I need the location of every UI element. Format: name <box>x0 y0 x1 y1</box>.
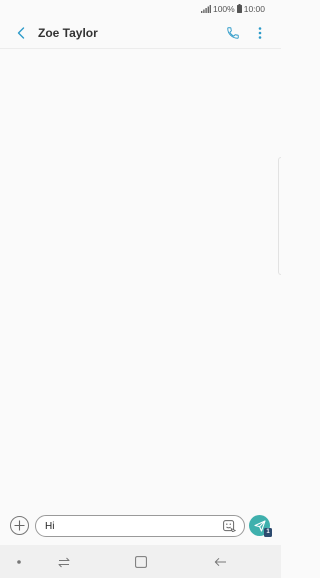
message-composer: 1 <box>0 512 281 542</box>
call-button[interactable] <box>225 25 241 41</box>
contact-name[interactable]: Zoe Taylor <box>38 25 98 41</box>
plus-icon <box>14 520 25 531</box>
message-input-box[interactable] <box>35 515 245 537</box>
sim-badge: 1 <box>264 528 272 537</box>
signal-icon <box>200 4 211 13</box>
edge-panel-handle[interactable] <box>278 157 281 275</box>
message-input[interactable] <box>45 518 215 534</box>
battery-percent: 100% <box>212 3 235 14</box>
battery-icon <box>236 4 242 13</box>
message-list[interactable] <box>0 49 281 510</box>
back-arrow-icon <box>214 557 226 567</box>
more-vertical-icon <box>258 27 262 39</box>
sticker-icon <box>222 520 236 532</box>
home-button[interactable] <box>132 553 150 571</box>
home-icon <box>135 556 147 568</box>
dot-icon <box>17 560 21 564</box>
conversation-header: Zoe Taylor <box>0 17 281 49</box>
recents-button[interactable] <box>55 553 73 571</box>
chevron-left-icon <box>17 27 25 39</box>
send-button[interactable]: 1 <box>249 515 272 537</box>
clock: 10:00 <box>243 3 265 14</box>
phone-icon <box>227 27 239 39</box>
back-button[interactable] <box>14 25 28 41</box>
navigation-bar <box>0 545 281 578</box>
status-bar: 100% 10:00 <box>0 0 281 17</box>
recents-icon <box>58 557 70 567</box>
nav-dot-button[interactable] <box>10 553 28 571</box>
sticker-button[interactable] <box>222 519 236 533</box>
messaging-screen: 100% 10:00 Zoe Taylor Hi 1 <box>0 0 281 578</box>
back-nav-button[interactable] <box>211 553 229 571</box>
more-options-button[interactable] <box>253 25 267 41</box>
attach-button[interactable] <box>10 516 29 535</box>
